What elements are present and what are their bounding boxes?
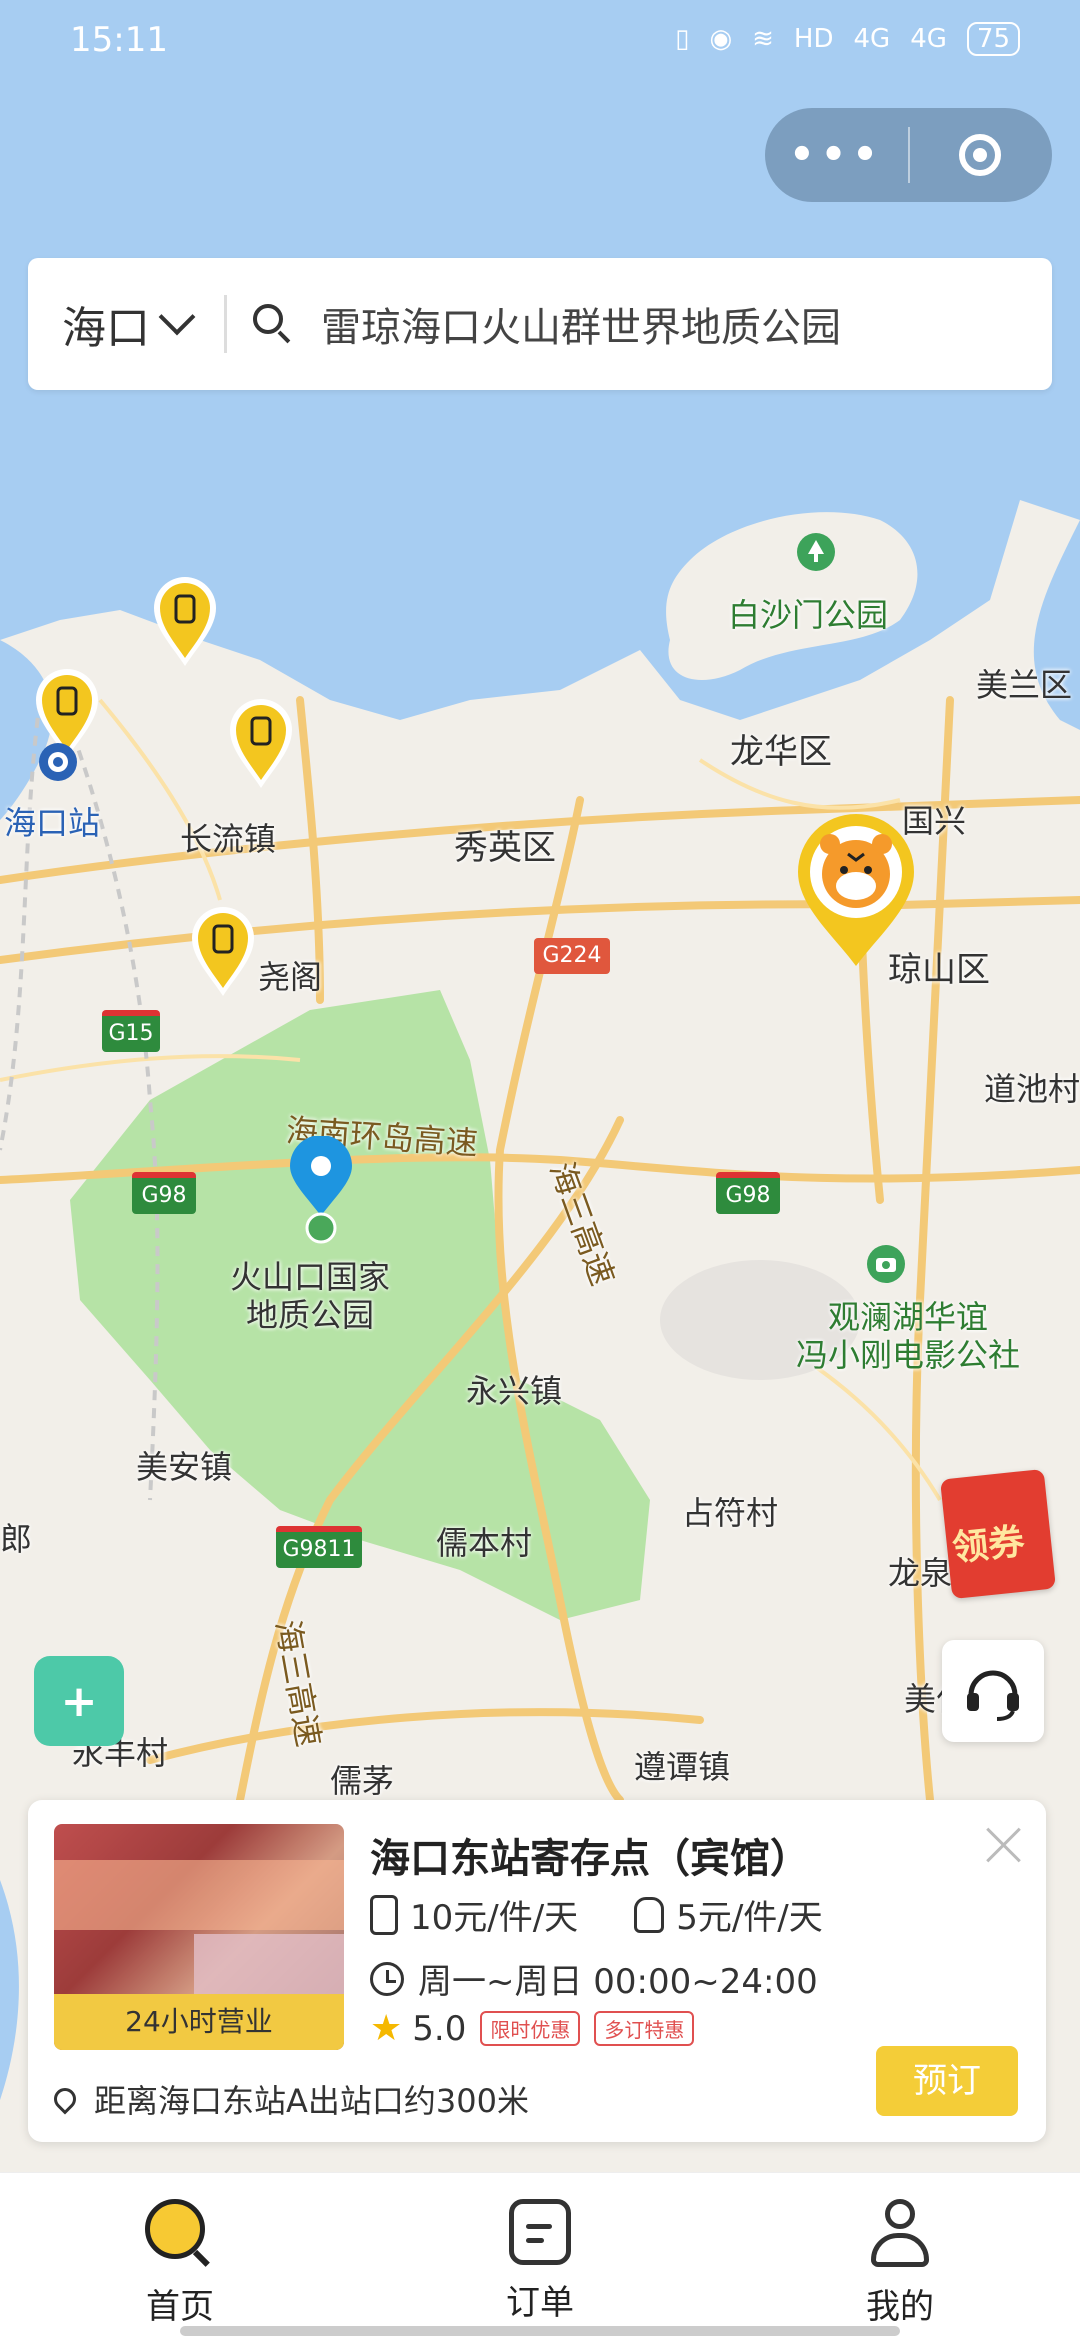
selected-tiger-marker[interactable] [794,810,918,970]
road-shield-g224: G224 [534,938,610,974]
map-label-baisha: 白沙门公园 [728,596,889,634]
profile-icon [865,2199,935,2269]
map-label-guanlan: 观澜湖华谊 冯小刚电影公社 [796,1298,1021,1374]
tag-multi-discount: 多订特惠 [594,2011,695,2046]
photo-blur-1 [54,1860,344,1930]
price-row: 10元/件/天 5元/件/天 [370,1890,823,1939]
map-label-longhua: 龙华区 [730,732,832,772]
map-label-lang: 郎 [0,1520,33,1558]
customer-service-button[interactable] [942,1640,1044,1742]
coupon-button[interactable]: 领券 [940,1468,1080,1600]
rating-value: 5.0 [412,2008,467,2049]
home-search-icon [145,2199,215,2269]
tag-limited-offer: 限时优惠 [480,2011,581,2046]
search-input[interactable]: 雷琼海口火山群世界地质公园 [321,295,841,353]
status-bar: 15:11 ▯ ◉ ≋ HD 4G 4G 75 [0,0,1080,80]
signal-icon-1: 4G [853,24,891,54]
tab-profile[interactable]: 我的 [720,2173,1080,2341]
map-label-yongxing: 永兴镇 [466,1372,563,1410]
more-menu-button[interactable]: ••• [765,132,908,178]
map-label-meilan: 美兰区 [976,666,1073,704]
shield-plus-icon: + [60,1675,98,1727]
storage-point-card[interactable]: 24小时营业 海口东站寄存点（宾馆） 10元/件/天 5元/件/天 周一~周日 … [28,1800,1046,2142]
tab-profile-label: 我的 [866,2287,934,2327]
close-miniprogram-button[interactable] [910,134,1050,176]
signal-icon-2: 4G [910,24,947,54]
city-selector[interactable]: 海口 [28,292,196,356]
miniprogram-capsule: ••• [765,108,1052,202]
map-label-changliu: 长流镇 [180,820,277,858]
backpack-price-group: 5元/件/天 [634,1890,823,1939]
road-shield-g98b: G98 [716,1172,780,1214]
hd-icon: HD [793,24,834,54]
target-icon [959,134,1001,176]
map-label-haikouzhan: 海口站 [4,804,101,842]
opening-hours: 周一~周日 00:00~24:00 [418,1962,818,2002]
clock-time: 15:11 [70,20,168,60]
vibrate-icon: ▯ [675,24,690,54]
backpack-icon [634,1896,665,1933]
clock-icon [370,1961,404,1996]
map-label-ruben: 儒本村 [436,1524,533,1562]
road-shield-g98a: G98 [132,1172,196,1214]
home-indicator[interactable] [180,2326,900,2336]
tab-orders-label: 订单 [506,2283,574,2323]
map-label-meian: 美安镇 [136,1448,233,1486]
search-divider [224,295,227,353]
chevron-down-icon [158,298,196,336]
distance-text: 距离海口东站A出站口约300米 [94,2082,529,2120]
bottom-tab-bar: 首页 订单 我的 [0,2172,1080,2341]
location-pin-icon [290,1136,352,1244]
open-24h-badge: 24小时营业 [54,1994,344,2050]
rating-row: ★ 5.0 限时优惠 多订特惠 [370,2008,695,2049]
map-label-zuntan: 遵谭镇 [634,1748,731,1786]
location-pin-small-icon [49,2083,81,2115]
storage-marker-1[interactable] [152,576,218,668]
search-bar: 海口 雷琼海口火山群世界地质公园 [28,258,1052,390]
map-label-daochi: 道池村 [984,1070,1080,1108]
status-icons: ▯ ◉ ≋ HD 4G 4G 75 [675,22,1020,56]
headset-icon [967,1670,1019,1721]
road-shield-g9811: G9811 [276,1526,362,1568]
luggage-icon [370,1894,398,1935]
camera-poi-icon [867,1245,905,1283]
storage-marker-3[interactable] [228,698,294,790]
map-label-yaoge: 尧阁 [258,958,323,996]
book-button[interactable]: 预订 [876,2046,1018,2116]
close-icon[interactable] [982,1822,1026,1866]
park-tree-icon [797,533,835,571]
safety-shield-button[interactable]: + [34,1656,124,1746]
road-shield-g15: G15 [102,1010,160,1052]
coupon-label: 领券 [950,1521,1027,1570]
tab-home[interactable]: 首页 [0,2173,360,2341]
tab-home-label: 首页 [146,2287,214,2327]
map-label-rumao: 儒茅 [330,1762,395,1800]
wifi-icon: ≋ [752,24,774,54]
star-icon: ★ [370,2008,403,2049]
map-label-zhanfu: 占符村 [682,1494,779,1532]
train-station-icon [39,743,77,781]
tab-orders[interactable]: 订单 [360,2173,720,2341]
city-name: 海口 [62,303,150,354]
search-icon [253,304,293,344]
map-label-longquan: 龙泉 [888,1554,953,1592]
battery-icon: 75 [966,22,1020,56]
storage-point-photo: 24小时营业 [54,1824,344,2050]
order-icon [509,2199,571,2265]
storage-point-title: 海口东站寄存点（宾馆） [370,1836,810,1882]
storage-marker-4[interactable] [190,906,256,998]
location-icon: ◉ [709,24,733,54]
hours-row: 周一~周日 00:00~24:00 [370,1954,818,2003]
map-label-xiuying: 秀英区 [454,828,556,868]
price-backpack: 5元/件/天 [676,1898,823,1938]
distance-row: 距离海口东站A出站口约300米 [49,2076,529,2122]
map-label-huoshan: 火山口国家 地质公园 [230,1258,391,1334]
price-luggage: 10元/件/天 [410,1898,579,1938]
